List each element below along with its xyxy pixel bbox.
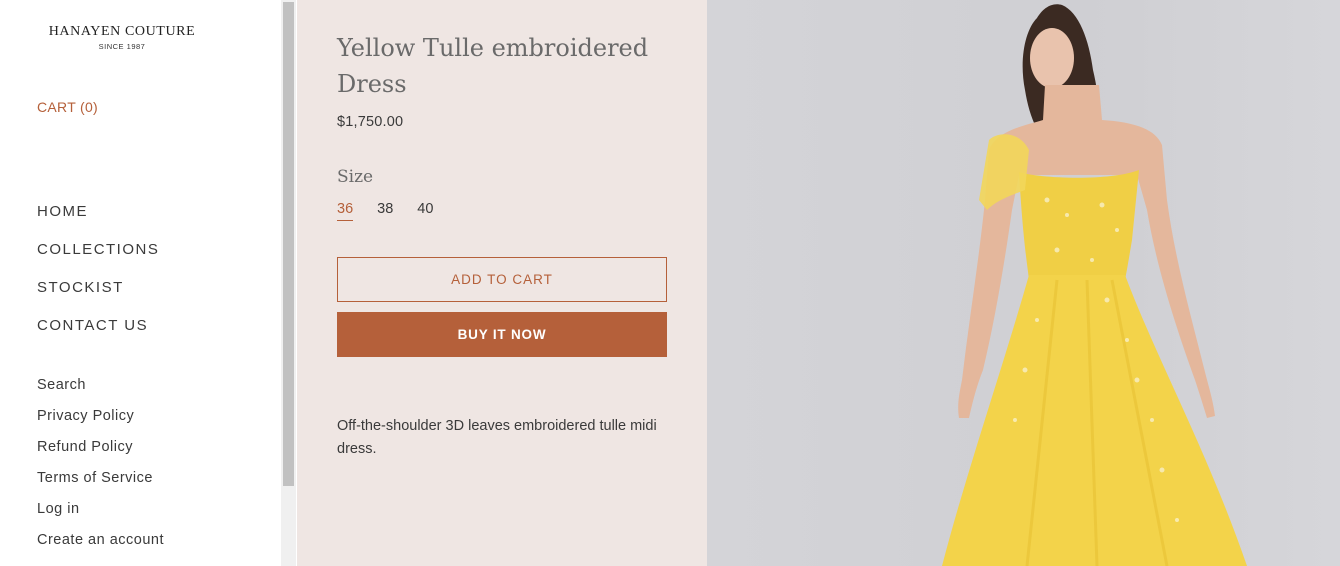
product-info: Yellow Tulle embroidered Dress $1,750.00… — [297, 0, 707, 566]
nav-item-home[interactable]: HOME — [37, 202, 159, 240]
scrollbar-thumb[interactable] — [283, 2, 294, 486]
nav-item-terms-of-service[interactable]: Terms of Service — [37, 468, 164, 499]
brand-logo[interactable]: HANAYEN COUTURE SINCE 1987 — [38, 24, 206, 51]
brand-since: SINCE 1987 — [98, 42, 146, 51]
secondary-nav: Search Privacy Policy Refund Policy Term… — [37, 375, 164, 561]
product-image[interactable] — [707, 0, 1340, 566]
dress-model-illustration — [942, 4, 1247, 566]
nav-item-create-account[interactable]: Create an account — [37, 530, 164, 561]
nav-item-privacy-policy[interactable]: Privacy Policy — [37, 406, 164, 437]
nav-item-search[interactable]: Search — [37, 375, 164, 406]
cart-link[interactable]: CART (0) — [37, 99, 98, 115]
size-label: Size — [337, 167, 374, 187]
nav-item-log-in[interactable]: Log in — [37, 499, 164, 530]
product-price: $1,750.00 — [337, 114, 404, 130]
nav-item-collections[interactable]: COLLECTIONS — [37, 240, 159, 278]
buy-it-now-button[interactable]: BUY IT NOW — [337, 312, 667, 357]
add-to-cart-button[interactable]: ADD TO CART — [337, 257, 667, 302]
size-option-36[interactable]: 36 — [337, 200, 354, 221]
nav-item-refund-policy[interactable]: Refund Policy — [37, 437, 164, 468]
nav-item-contact-us[interactable]: CONTACT US — [37, 316, 159, 354]
main-nav: HOME COLLECTIONS STOCKIST CONTACT US — [37, 202, 159, 354]
product-title: Yellow Tulle embroidered Dress — [337, 34, 649, 98]
nav-item-stockist[interactable]: STOCKIST — [37, 278, 159, 316]
product-description: Off-the-shoulder 3D leaves embroidered t… — [337, 418, 657, 457]
size-option-40[interactable]: 40 — [417, 200, 433, 221]
size-option-38[interactable]: 38 — [377, 200, 393, 221]
sidebar: HANAYEN COUTURE SINCE 1987 CART (0) HOME… — [0, 0, 281, 566]
size-selector: 36 38 40 — [337, 200, 457, 221]
sidebar-scrollbar[interactable] — [281, 0, 296, 566]
brand-name: HANAYEN COUTURE — [48, 24, 196, 39]
